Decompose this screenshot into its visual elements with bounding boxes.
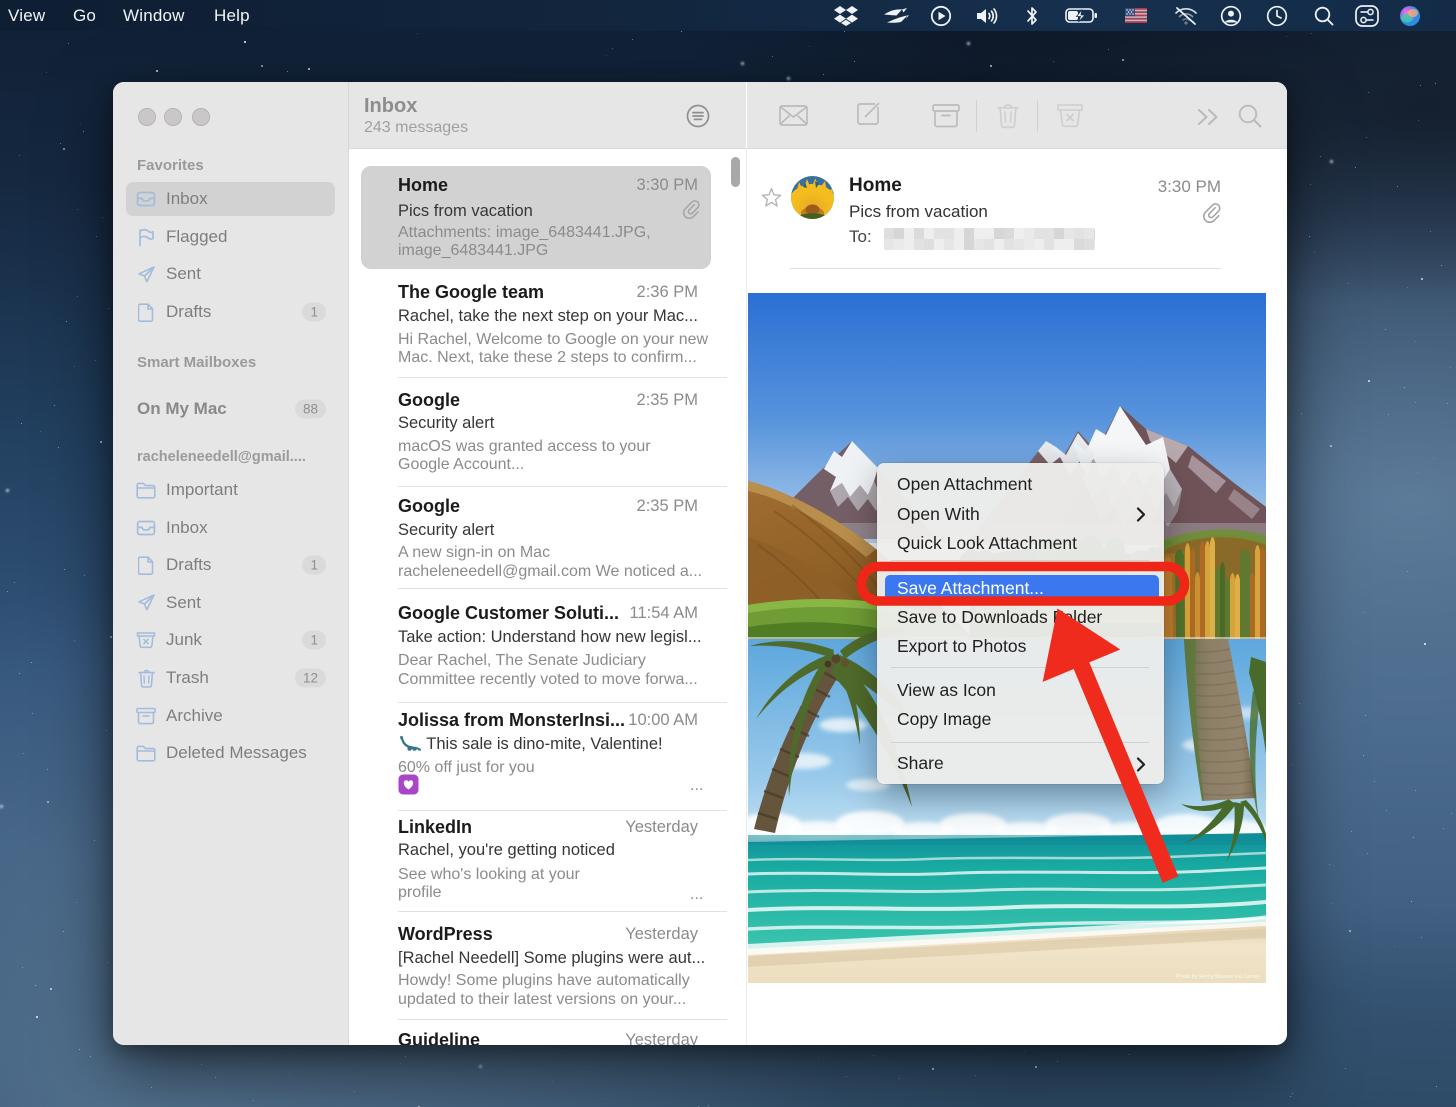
svg-text:Photo by Remy Musser via Canva: Photo by Remy Musser via Canva bbox=[1176, 974, 1260, 980]
